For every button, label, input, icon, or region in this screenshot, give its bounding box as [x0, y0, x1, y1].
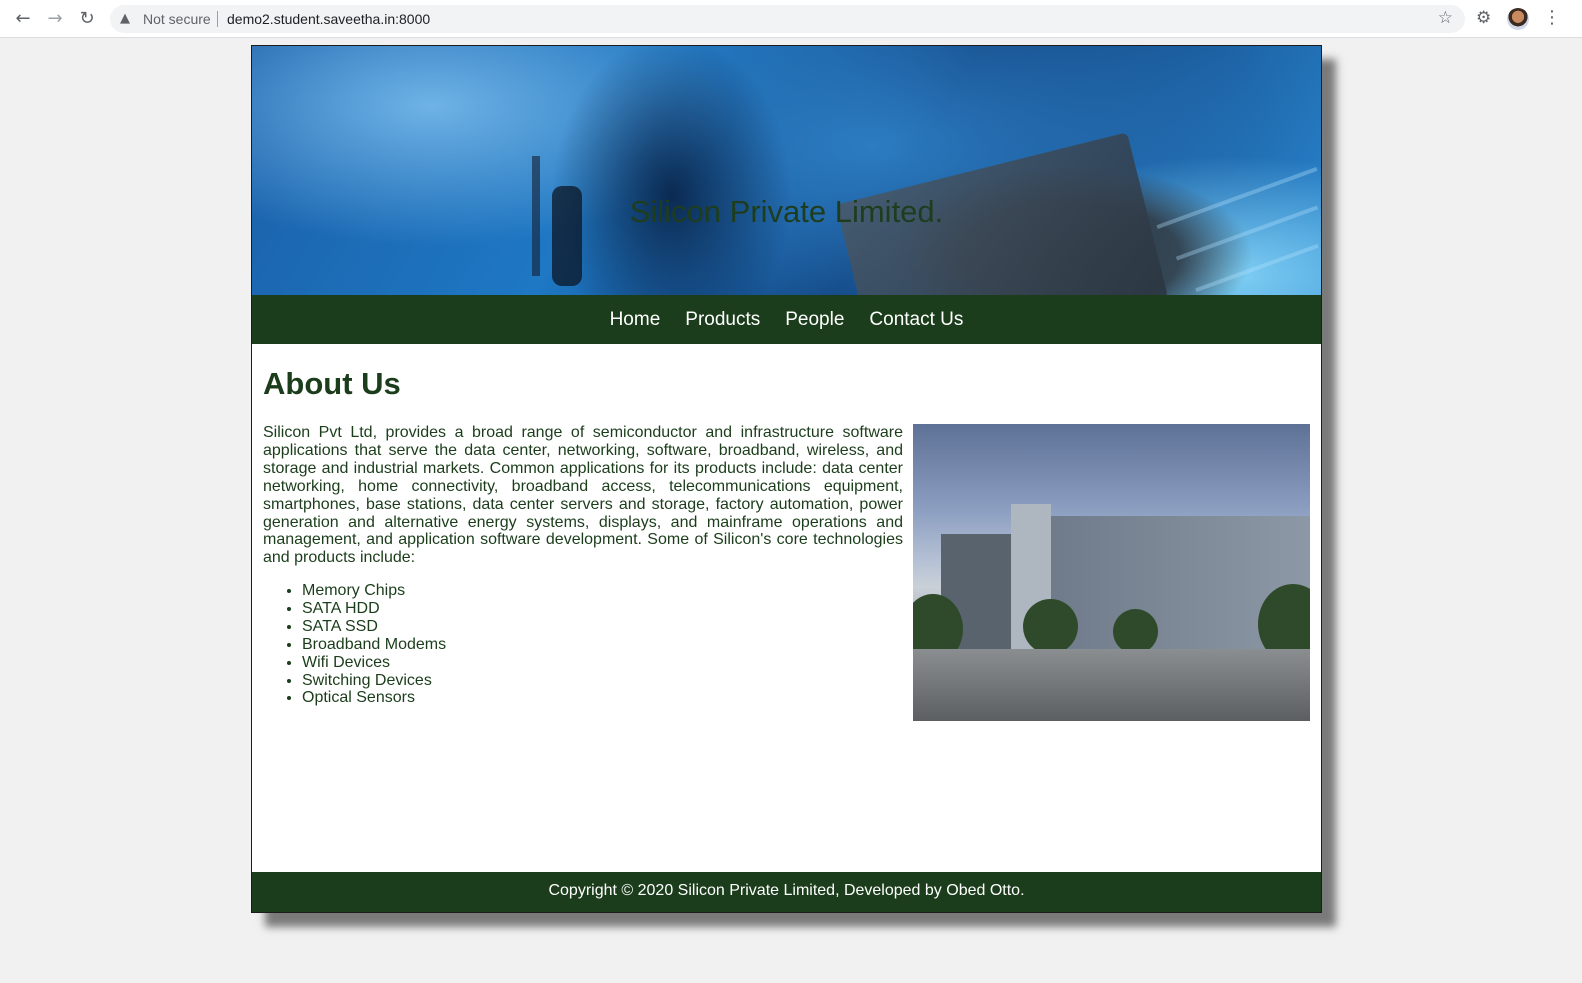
- list-item: Switching Devices: [302, 672, 446, 690]
- reload-icon[interactable]: ↻: [77, 9, 97, 29]
- list-item: SATA SSD: [302, 618, 446, 636]
- office-building-image: [913, 424, 1310, 721]
- list-item: Memory Chips: [302, 582, 446, 600]
- warning-icon: ▲: [120, 11, 130, 26]
- tree: [1023, 599, 1078, 654]
- header-banner: Silicon Private Limited.: [252, 46, 1321, 295]
- arrow-right-icon[interactable]: →: [45, 9, 65, 29]
- site-title: Silicon Private Limited.: [629, 194, 944, 229]
- about-paragraph: Silicon Pvt Ltd, provides a broad range …: [263, 424, 903, 567]
- arrow-left-icon[interactable]: ←: [13, 9, 33, 29]
- product-list: Memory Chips SATA HDD SATA SSD Broadband…: [302, 582, 446, 707]
- list-item: Wifi Devices: [302, 654, 446, 672]
- browser-menu-icon[interactable]: ⋮: [1543, 7, 1561, 28]
- main-nav: Home Products People Contact Us: [252, 295, 1321, 344]
- list-item: Broadband Modems: [302, 636, 446, 654]
- nav-home-link[interactable]: Home: [610, 309, 661, 331]
- address-bar[interactable]: ▲ Not secure demo2.student.saveetha.in:8…: [110, 5, 1465, 33]
- url-text[interactable]: demo2.student.saveetha.in:8000: [227, 11, 430, 27]
- page-heading: About Us: [263, 366, 401, 401]
- tree: [1113, 609, 1158, 654]
- profile-avatar[interactable]: [1507, 8, 1529, 30]
- nav-contact-link[interactable]: Contact Us: [869, 309, 963, 331]
- page-footer: Copyright © 2020 Silicon Private Limited…: [252, 872, 1321, 912]
- nav-products-link[interactable]: Products: [685, 309, 760, 331]
- browser-toolbar: ← → ↻ ▲ Not secure demo2.student.saveeth…: [0, 0, 1582, 38]
- copyright-text: Copyright © 2020 Silicon Private Limited…: [548, 882, 1025, 899]
- address-separator: [217, 11, 218, 27]
- page-container: Silicon Private Limited. Home Products P…: [251, 45, 1322, 913]
- circuit-trace: [1195, 243, 1319, 293]
- list-item: SATA HDD: [302, 600, 446, 618]
- extensions-puzzle-icon[interactable]: ⚙: [1476, 8, 1491, 28]
- road: [913, 649, 1310, 721]
- about-section: About Us Silicon Pvt Ltd, provides a bro…: [252, 344, 1321, 872]
- bookmark-star-icon[interactable]: ☆: [1438, 8, 1453, 28]
- nav-people-link[interactable]: People: [785, 309, 844, 331]
- list-item: Optical Sensors: [302, 689, 446, 707]
- security-label: Not secure: [143, 11, 211, 27]
